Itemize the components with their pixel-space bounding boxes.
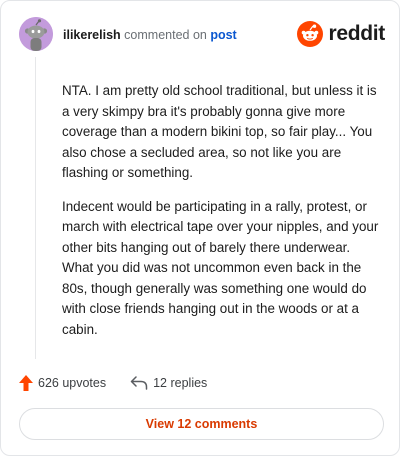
reply-count: 12 replies (153, 376, 208, 390)
upvote-arrow-icon (19, 375, 33, 391)
comment-header: ilikerelish commented on post reddit (19, 17, 385, 53)
comment-card: ilikerelish commented on post reddit NTA… (0, 0, 400, 456)
reply-arrow-icon (130, 376, 148, 390)
reply-button[interactable]: 12 replies (130, 376, 207, 390)
thread-line (35, 57, 36, 359)
view-comments-button[interactable]: View 12 comments (19, 408, 384, 440)
comment-paragraph: NTA. I am pretty old school traditional,… (62, 83, 377, 180)
user-avatar[interactable] (19, 17, 53, 51)
reddit-logo-icon (297, 21, 324, 47)
brand-wordmark: reddit (328, 22, 385, 45)
upvote-count: 626 upvotes (38, 376, 107, 390)
upvote-button[interactable]: 626 upvotes (19, 375, 106, 391)
reddit-brand[interactable]: reddit (297, 21, 385, 47)
username-link[interactable]: ilikerelish (63, 28, 121, 42)
comment-meta: ilikerelish commented on post (63, 27, 237, 43)
snoo-avatar-icon (19, 17, 53, 51)
commented-on-text: commented on (120, 28, 211, 42)
comment-actions: 626 upvotes 12 replies (19, 372, 207, 394)
comment-body: NTA. I am pretty old school traditional,… (62, 81, 384, 353)
comment-paragraph: Indecent would be participating in a ral… (62, 198, 379, 337)
post-link[interactable]: post (210, 28, 236, 42)
